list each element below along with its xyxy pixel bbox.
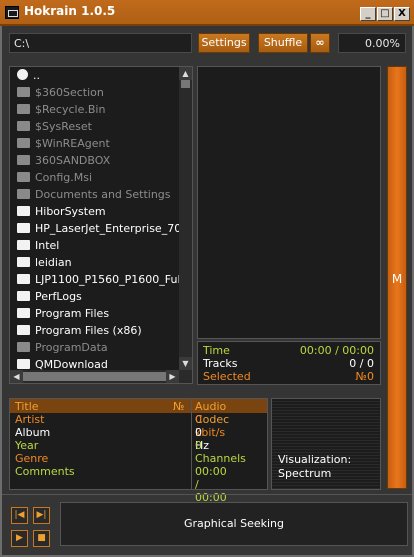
settings-button[interactable]: Settings xyxy=(198,33,250,53)
folder-icon xyxy=(17,206,30,216)
list-item-label: leidian xyxy=(35,256,72,269)
list-item[interactable]: Config.Msi xyxy=(17,171,92,187)
scroll-up-arrow-icon[interactable]: ▲ xyxy=(179,67,192,80)
list-item-label: .. xyxy=(33,69,40,82)
maximize-button[interactable]: □ xyxy=(377,7,393,21)
folder-icon xyxy=(17,155,30,165)
folder-icon xyxy=(17,342,30,352)
scroll-left-arrow-icon[interactable]: ◀ xyxy=(10,370,23,383)
folder-icon xyxy=(17,240,30,250)
list-item-label: Program Files (x86) xyxy=(35,324,142,337)
list-item-label: Config.Msi xyxy=(35,171,93,184)
parent-folder-icon xyxy=(17,69,28,80)
list-item[interactable]: Intel xyxy=(17,239,59,255)
folder-icon xyxy=(17,172,30,182)
list-item-label: Program Files xyxy=(35,307,110,320)
list-item[interactable]: leidian xyxy=(17,256,72,272)
list-item-label: 360SANDBOX xyxy=(35,154,111,167)
list-item-label: ProgramData xyxy=(35,341,108,354)
folder-icon xyxy=(17,291,30,301)
progress-percent: 0.00% xyxy=(338,33,406,53)
comments-label: Comments xyxy=(15,465,75,478)
list-item-label: Intel xyxy=(35,239,60,252)
list-item[interactable]: PerfLogs xyxy=(17,290,82,306)
list-item[interactable]: HiborSystem xyxy=(17,205,106,221)
visualization-mode: Spectrum xyxy=(278,467,332,480)
list-item[interactable]: 360SANDBOX xyxy=(17,154,110,170)
number-label: № xyxy=(173,400,185,413)
list-item[interactable]: .. xyxy=(17,69,40,85)
list-item-label: PerfLogs xyxy=(35,290,82,303)
year-label: Year xyxy=(15,439,39,452)
folder-icon xyxy=(17,104,30,114)
list-item-label: $SysReset xyxy=(35,120,92,133)
folder-icon xyxy=(17,308,30,318)
selected-value: №0 xyxy=(355,370,374,383)
minimize-button[interactable]: _ xyxy=(360,7,376,21)
album-label: Album xyxy=(15,426,51,439)
list-item[interactable]: $WinREAgent xyxy=(17,137,110,153)
scroll-right-arrow-icon[interactable]: ▶ xyxy=(166,370,179,383)
folder-icon xyxy=(17,138,30,148)
title-label: Title xyxy=(15,400,39,413)
list-item[interactable]: HP_LaserJet_Enterprise_700 xyxy=(17,222,188,238)
folder-icon xyxy=(17,274,30,284)
duration-value: 00:00 / 00:00 xyxy=(195,465,227,504)
tracks-value: 0 / 0 xyxy=(349,357,374,370)
shuffle-button[interactable]: Shuffle xyxy=(258,33,308,53)
folder-icon xyxy=(17,325,30,335)
loop-button[interactable]: ∞ xyxy=(310,33,330,53)
time-value: 00:00 / 00:00 xyxy=(299,344,374,357)
visualization-label: Visualization: xyxy=(278,453,352,466)
list-item-label: LJP1100_P1560_P1600_Full_ xyxy=(35,273,190,286)
play-icon[interactable]: ▶ xyxy=(11,530,28,547)
list-item-label: $Recycle.Bin xyxy=(35,103,106,116)
separator xyxy=(2,494,412,495)
artist-label: Artist xyxy=(15,413,45,426)
list-item[interactable]: $SysReset xyxy=(17,120,92,136)
previous-track-icon[interactable]: |◀ xyxy=(11,507,28,524)
channels-value: 0 Channels xyxy=(195,439,246,465)
list-item[interactable]: $Recycle.Bin xyxy=(17,103,105,119)
close-button[interactable]: X xyxy=(394,7,410,21)
stop-icon[interactable]: ■ xyxy=(33,530,50,547)
info-divider xyxy=(191,399,192,489)
list-item[interactable]: Program Files xyxy=(17,307,109,323)
list-item-label: HP_LaserJet_Enterprise_700 xyxy=(35,222,189,235)
scroll-down-arrow-icon[interactable]: ▼ xyxy=(179,357,192,370)
list-item-label: HiborSystem xyxy=(35,205,106,218)
time-label: Time xyxy=(203,344,230,357)
selected-label: Selected xyxy=(203,370,251,383)
hscroll-thumb[interactable] xyxy=(23,372,169,381)
scroll-thumb[interactable] xyxy=(181,80,190,88)
folder-icon xyxy=(17,189,30,199)
window-title: Hokrain 1.0.5 xyxy=(24,4,116,18)
seek-label: Graphical Seeking xyxy=(183,517,285,530)
list-item[interactable]: Documents and Settings xyxy=(17,188,171,204)
folder-icon xyxy=(17,257,30,267)
next-track-icon[interactable]: ▶| xyxy=(33,507,50,524)
app-icon xyxy=(5,6,19,19)
list-item-label: $WinREAgent xyxy=(35,137,110,150)
file-list[interactable]: .. $360Section $Recycle.Bin $SysReset $WinRE… xyxy=(9,66,193,384)
list-item-label: Documents and Settings xyxy=(35,188,171,201)
list-item[interactable]: LJP1100_P1560_P1600_Full_ xyxy=(17,273,189,289)
list-item[interactable]: Program Files (x86) xyxy=(17,324,142,340)
visualization-box[interactable]: Visualization: Spectrum xyxy=(271,398,381,490)
folder-icon xyxy=(17,223,30,233)
tracks-label: Tracks xyxy=(203,357,238,370)
list-item[interactable]: $360Section xyxy=(17,86,104,102)
folder-icon xyxy=(17,121,30,131)
folder-icon xyxy=(17,87,30,97)
path-input[interactable]: C:\ xyxy=(9,33,192,53)
list-item[interactable]: ProgramData xyxy=(17,341,108,357)
volume-label: M xyxy=(391,272,403,286)
list-item-label: $360Section xyxy=(35,86,104,99)
folder-icon xyxy=(17,359,30,369)
visualization-pane xyxy=(197,66,381,339)
genre-label: Genre xyxy=(15,452,49,465)
vertical-scrollbar[interactable] xyxy=(179,67,192,383)
stats-box: Time 00:00 / 00:00 Tracks 0 / 0 Selected… xyxy=(197,341,381,385)
